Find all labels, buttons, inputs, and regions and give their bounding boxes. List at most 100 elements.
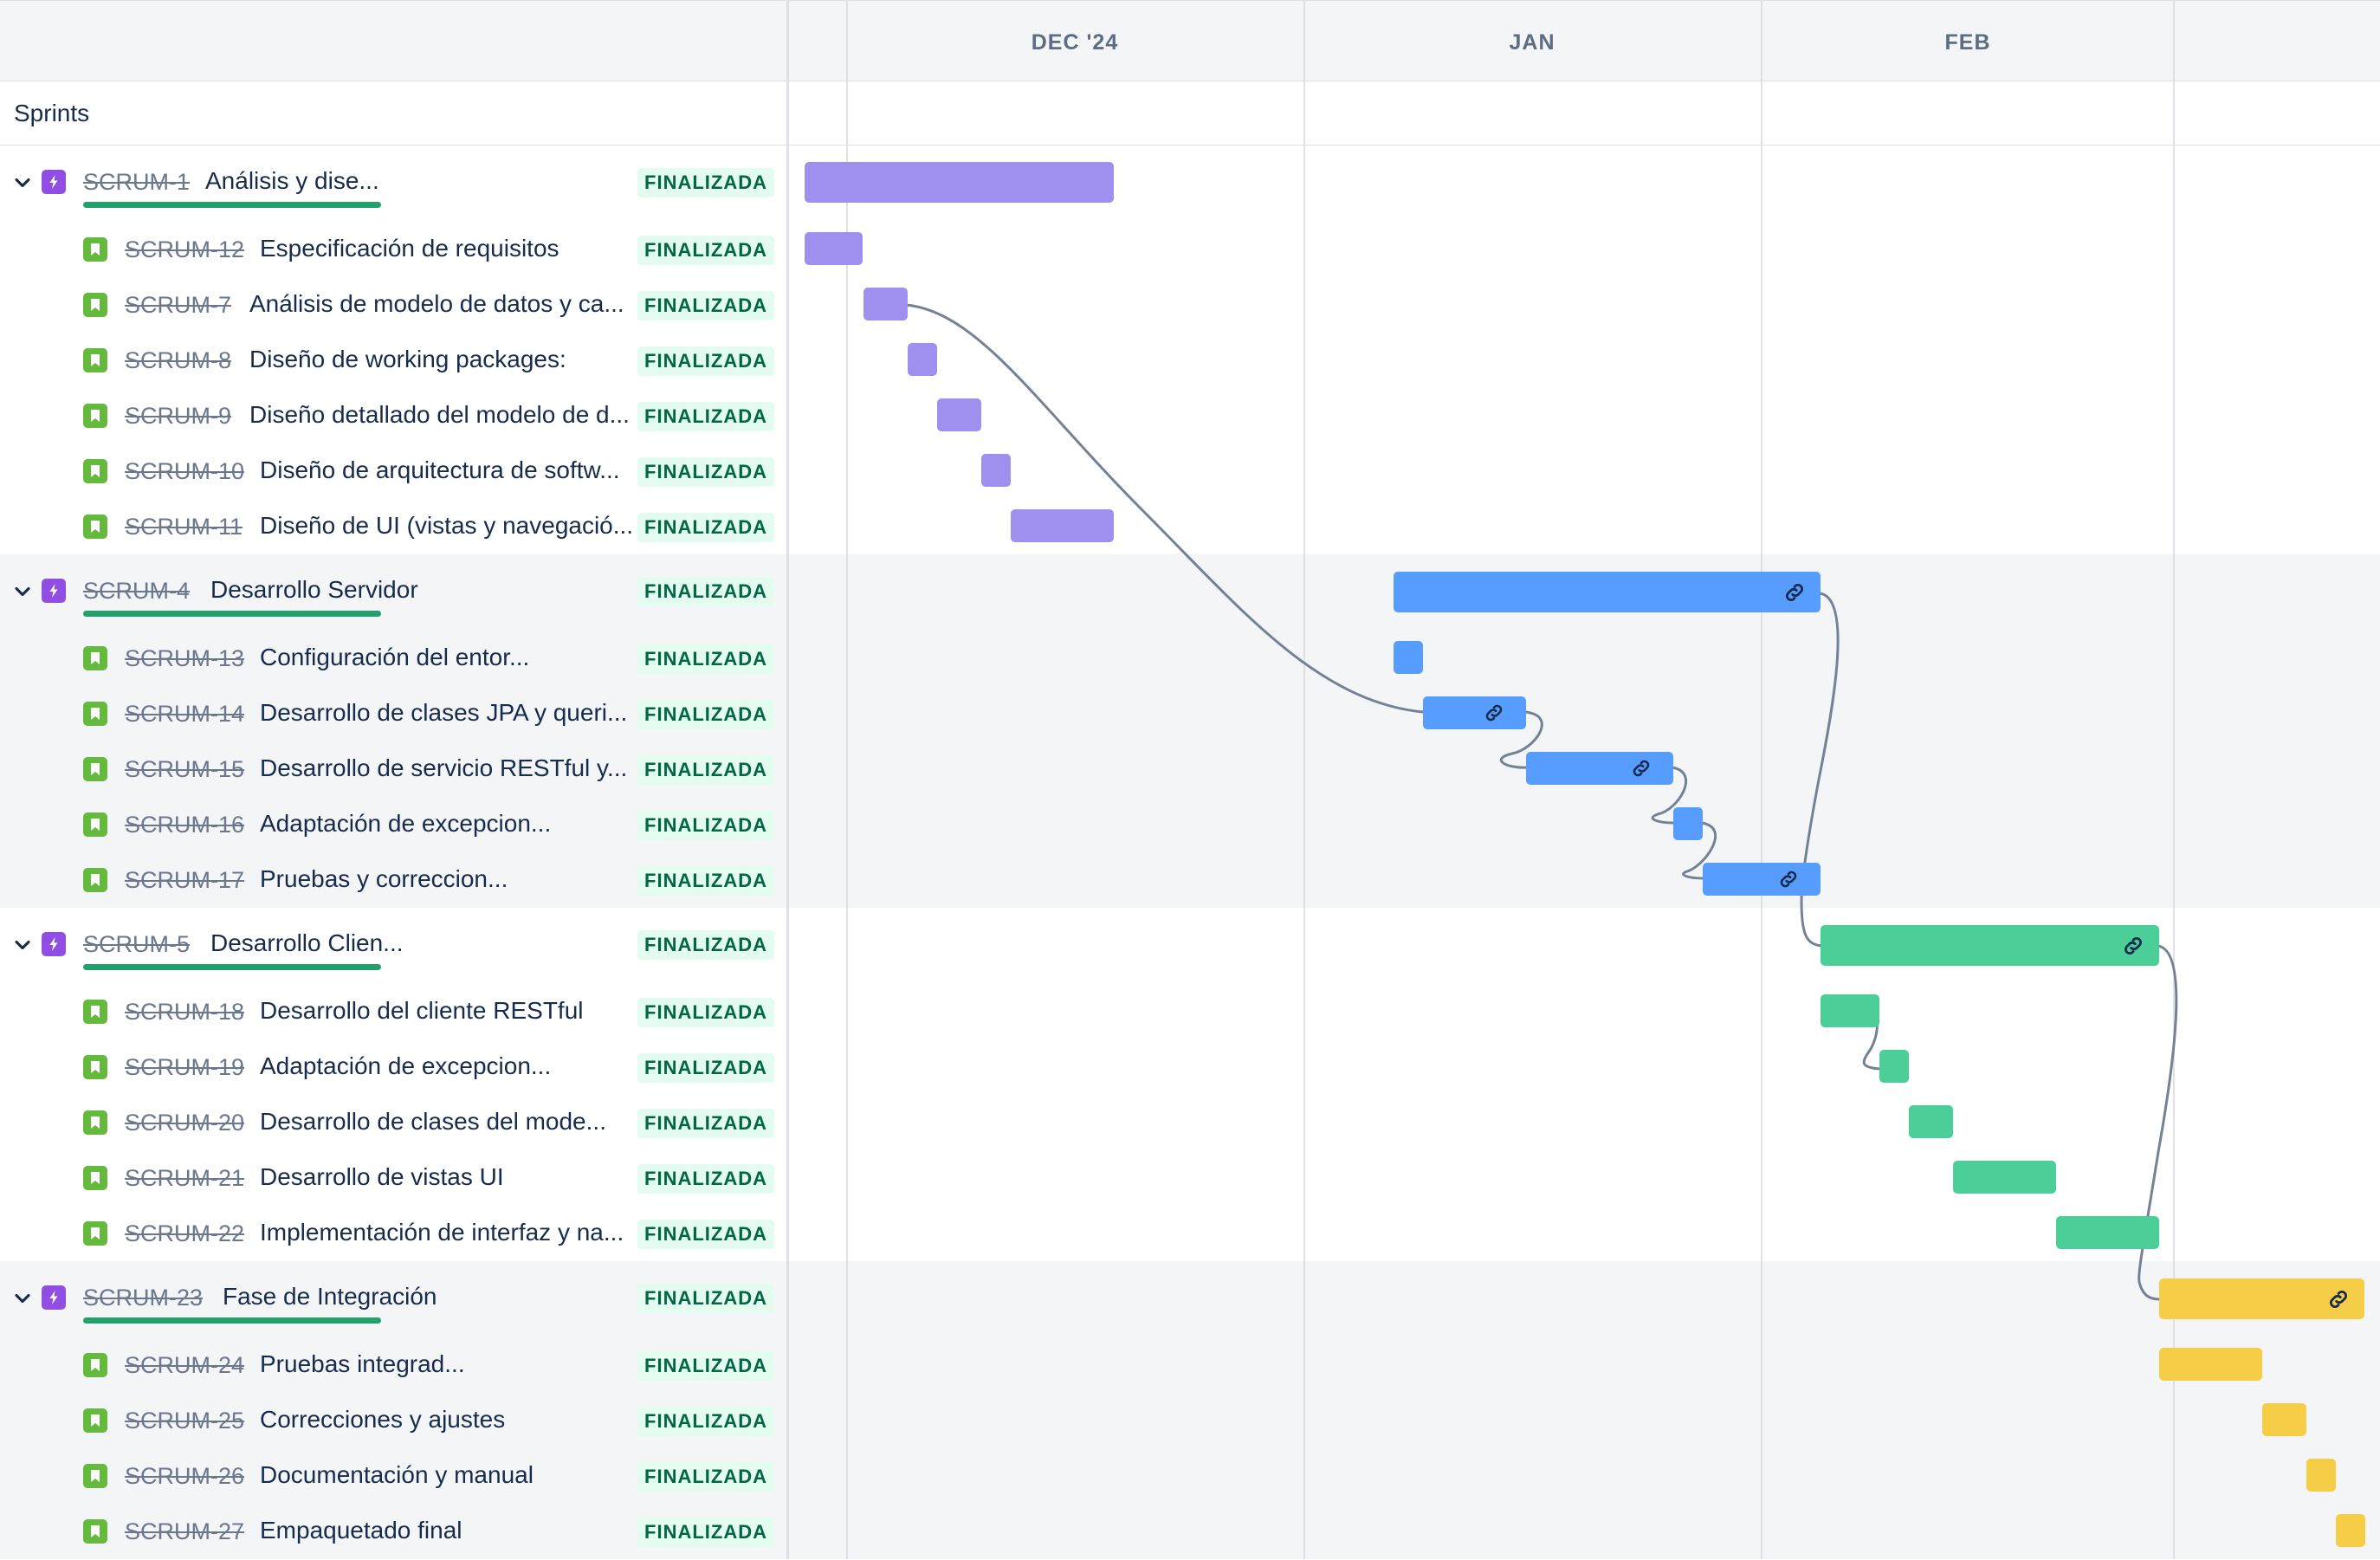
issue-summary[interactable]: Diseño de arquitectura de softw... xyxy=(260,444,620,496)
story-bar-scrum-10[interactable] xyxy=(981,454,1011,487)
story-bar-scrum-27[interactable] xyxy=(2336,1514,2365,1547)
epic-bar-scrum-23[interactable] xyxy=(2159,1278,2364,1319)
issue-summary[interactable]: Desarrollo del cliente RESTful xyxy=(260,985,584,1037)
issue-key[interactable]: SCRUM-15 xyxy=(125,742,244,796)
story-bar-scrum-11[interactable] xyxy=(1011,509,1114,542)
epic-bar-scrum-1[interactable] xyxy=(805,162,1114,203)
story-bar-scrum-8[interactable] xyxy=(908,343,937,376)
issue-key[interactable]: SCRUM-14 xyxy=(125,687,244,741)
issue-key[interactable]: SCRUM-16 xyxy=(125,798,244,851)
story-row-scrum-21[interactable]: SCRUM-21 Desarrollo de vistas UI FINALIZAD… xyxy=(0,1151,786,1207)
issue-summary[interactable]: Desarrollo Servidor xyxy=(210,564,418,616)
story-row-scrum-18[interactable]: SCRUM-18 Desarrollo del cliente RESTful FI… xyxy=(0,985,786,1040)
story-bar-scrum-19[interactable] xyxy=(1879,1050,1909,1083)
issue-key[interactable]: SCRUM-11 xyxy=(125,500,243,553)
issue-summary[interactable]: Diseño de working packages: xyxy=(249,333,566,385)
story-bar-scrum-7[interactable] xyxy=(863,288,908,320)
story-row-scrum-26[interactable]: SCRUM-26 Documentación y manual FINALIZADA xyxy=(0,1449,786,1505)
issue-key[interactable]: SCRUM-26 xyxy=(125,1449,244,1503)
issue-key[interactable]: SCRUM-19 xyxy=(125,1040,244,1094)
epic-row-scrum-1[interactable]: SCRUM-1 Análisis y dise... FINALIZADA xyxy=(0,155,786,210)
issue-key[interactable]: SCRUM-24 xyxy=(125,1338,244,1392)
issue-summary[interactable]: Desarrollo de vistas UI xyxy=(260,1151,504,1203)
story-bar-scrum-12[interactable] xyxy=(805,232,863,265)
issue-summary[interactable]: Especificación de requisitos xyxy=(260,223,559,275)
story-bar-scrum-25[interactable] xyxy=(2262,1403,2306,1436)
issue-key[interactable]: SCRUM-25 xyxy=(125,1394,244,1447)
epic-bar-scrum-5[interactable] xyxy=(1821,925,2159,966)
issue-key[interactable]: SCRUM-17 xyxy=(125,853,244,907)
issue-key[interactable]: SCRUM-8 xyxy=(125,333,231,387)
issue-key[interactable]: SCRUM-10 xyxy=(125,444,244,498)
story-row-scrum-27[interactable]: SCRUM-27 Empaquetado final FINALIZADA xyxy=(0,1505,786,1560)
story-bar-scrum-16[interactable] xyxy=(1673,807,1703,840)
issue-summary[interactable]: Desarrollo de servicio RESTful y... xyxy=(260,742,627,794)
story-bar-scrum-24[interactable] xyxy=(2159,1348,2262,1381)
issue-summary[interactable]: Fase de Integración xyxy=(223,1271,437,1323)
story-bar-scrum-18[interactable] xyxy=(1821,994,1879,1027)
story-bar-scrum-22[interactable] xyxy=(2056,1216,2159,1249)
panel-splitter[interactable] xyxy=(786,0,789,1559)
issue-key[interactable]: SCRUM-23 xyxy=(83,1271,203,1324)
story-row-scrum-12[interactable]: SCRUM-12 Especificación de requisitos FINA… xyxy=(0,223,786,278)
issue-key[interactable]: SCRUM-21 xyxy=(125,1151,244,1205)
link-icon[interactable] xyxy=(1630,757,1652,780)
story-row-scrum-22[interactable]: SCRUM-22 Implementación de interfaz y na.… xyxy=(0,1207,786,1262)
chevron-down-icon[interactable] xyxy=(10,171,35,195)
story-row-scrum-8[interactable]: SCRUM-8 Diseño de working packages: FINALI… xyxy=(0,333,786,389)
story-bar-scrum-21[interactable] xyxy=(1953,1161,2056,1194)
story-bar-scrum-9[interactable] xyxy=(937,398,981,431)
issue-summary[interactable]: Configuración del entor... xyxy=(260,631,529,683)
issue-key[interactable]: SCRUM-12 xyxy=(125,223,244,276)
chevron-down-icon[interactable] xyxy=(10,1286,35,1311)
issue-summary[interactable]: Desarrollo de clases JPA y queri... xyxy=(260,687,627,739)
issue-summary[interactable]: Análisis y dise... xyxy=(205,155,379,207)
issue-summary[interactable]: Desarrollo Clien... xyxy=(210,917,404,969)
issue-summary[interactable]: Pruebas integrad... xyxy=(260,1338,465,1390)
issue-key[interactable]: SCRUM-9 xyxy=(125,389,231,443)
sprints-row[interactable]: Sprints xyxy=(0,81,2380,146)
epic-bar-scrum-4[interactable] xyxy=(1394,572,1821,612)
issue-key[interactable]: SCRUM-18 xyxy=(125,985,244,1039)
story-row-scrum-9[interactable]: SCRUM-9 Diseño detallado del modelo de d.… xyxy=(0,389,786,444)
story-row-scrum-7[interactable]: SCRUM-7 Análisis de modelo de datos y ca.… xyxy=(0,278,786,333)
issue-summary[interactable]: Diseño de UI (vistas y navegació... xyxy=(260,500,633,552)
issue-key[interactable]: SCRUM-7 xyxy=(125,278,231,332)
story-row-scrum-25[interactable]: SCRUM-25 Correcciones y ajustes FINALIZADA xyxy=(0,1394,786,1449)
story-row-scrum-17[interactable]: SCRUM-17 Pruebas y correccion... FINALIZAD… xyxy=(0,853,786,909)
issue-summary[interactable]: Documentación y manual xyxy=(260,1449,534,1501)
story-row-scrum-11[interactable]: SCRUM-11 Diseño de UI (vistas y navegació… xyxy=(0,500,786,555)
story-bar-scrum-26[interactable] xyxy=(2306,1459,2336,1492)
issue-summary[interactable]: Diseño detallado del modelo de d... xyxy=(249,389,630,441)
story-row-scrum-14[interactable]: SCRUM-14 Desarrollo de clases JPA y queri… xyxy=(0,687,786,742)
issue-key[interactable]: SCRUM-27 xyxy=(125,1505,244,1558)
story-bar-scrum-13[interactable] xyxy=(1394,641,1423,674)
chevron-down-icon[interactable] xyxy=(10,579,35,604)
story-row-scrum-13[interactable]: SCRUM-13 Configuración del entor... FINALI… xyxy=(0,631,786,687)
issue-summary[interactable]: Correcciones y ajustes xyxy=(260,1394,505,1446)
issue-summary[interactable]: Implementación de interfaz y na... xyxy=(260,1207,624,1259)
story-bar-scrum-14[interactable] xyxy=(1423,696,1526,729)
story-row-scrum-19[interactable]: SCRUM-19 Adaptación de excepcion... FINALI… xyxy=(0,1040,786,1096)
link-icon[interactable] xyxy=(1782,580,1807,605)
story-row-scrum-16[interactable]: SCRUM-16 Adaptación de excepcion... FINALI… xyxy=(0,798,786,853)
issue-summary[interactable]: Empaquetado final xyxy=(260,1505,462,1557)
issue-summary[interactable]: Adaptación de excepcion... xyxy=(260,798,551,850)
link-icon[interactable] xyxy=(2326,1287,2351,1311)
story-row-scrum-24[interactable]: SCRUM-24 Pruebas integrad... FINALIZADA xyxy=(0,1338,786,1394)
story-bar-scrum-20[interactable] xyxy=(1909,1105,1953,1138)
issue-summary[interactable]: Análisis de modelo de datos y ca... xyxy=(249,278,624,330)
issue-key[interactable]: SCRUM-1 xyxy=(83,155,190,209)
link-icon[interactable] xyxy=(2121,934,2145,958)
issue-summary[interactable]: Desarrollo de clases del mode... xyxy=(260,1096,606,1148)
epic-row-scrum-23[interactable]: SCRUM-23 Fase de Integración FINALIZADA xyxy=(0,1271,786,1326)
story-bar-scrum-17[interactable] xyxy=(1703,863,1821,896)
issue-key[interactable]: SCRUM-13 xyxy=(125,631,244,685)
story-row-scrum-10[interactable]: SCRUM-10 Diseño de arquitectura de softw.… xyxy=(0,444,786,500)
epic-row-scrum-4[interactable]: SCRUM-4 Desarrollo Servidor FINALIZADA xyxy=(0,564,786,619)
story-row-scrum-15[interactable]: SCRUM-15 Desarrollo de servicio RESTful y… xyxy=(0,742,786,798)
epic-row-scrum-5[interactable]: SCRUM-5 Desarrollo Clien... FINALIZADA xyxy=(0,917,786,973)
story-bar-scrum-15[interactable] xyxy=(1526,752,1673,785)
link-icon[interactable] xyxy=(1777,868,1800,890)
issue-key[interactable]: SCRUM-4 xyxy=(83,564,190,618)
